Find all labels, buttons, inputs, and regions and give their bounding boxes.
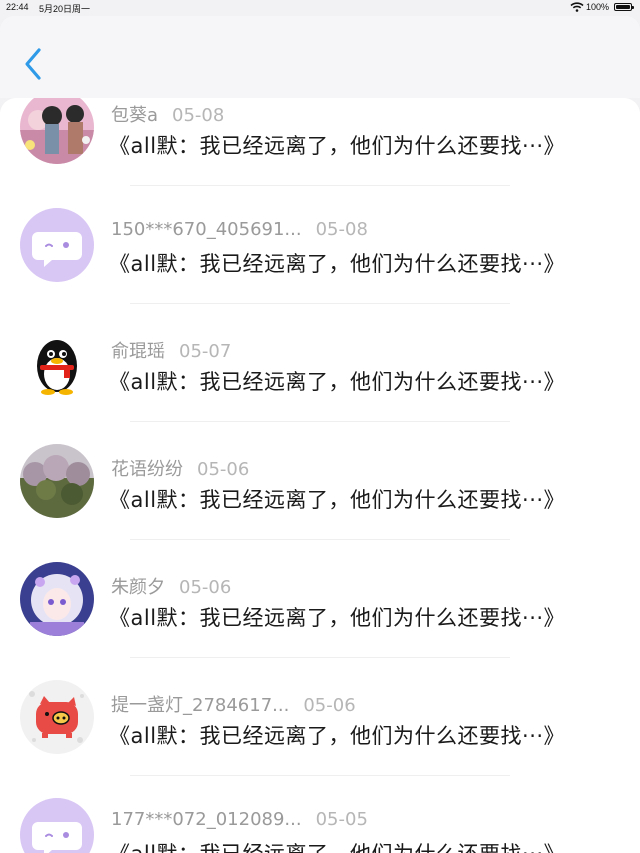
comment-date: 05-08 — [172, 105, 225, 126]
avatar-image — [20, 562, 94, 636]
avatar[interactable] — [20, 98, 94, 164]
comment-list[interactable]: 包葵a 05-08 《all默：我已经远离了，他们为什么还要找···》 150**… — [0, 98, 640, 853]
list-item[interactable]: 177***072_012089... 05-05 《all默：我已经远离了，他们… — [0, 776, 640, 853]
user-name[interactable]: 177***072_012089... — [111, 809, 302, 830]
list-item[interactable]: 包葵a 05-08 《all默：我已经远离了，他们为什么还要找···》 — [0, 98, 640, 186]
avatar[interactable] — [20, 680, 94, 754]
book-title[interactable]: 《all默：我已经远离了，他们为什么还要找···》 — [109, 366, 565, 396]
comment-meta: 177***072_012089... 05-05 — [111, 809, 368, 830]
chevron-left-icon — [25, 48, 41, 80]
comment-date: 05-05 — [315, 809, 368, 830]
avatar[interactable] — [20, 562, 94, 636]
user-name[interactable]: 提一盏灯_2784617... — [111, 695, 289, 716]
avatar-image — [20, 98, 94, 164]
avatar-image — [20, 444, 94, 518]
avatar[interactable] — [20, 208, 94, 282]
battery-icon — [614, 3, 634, 11]
book-title[interactable]: 《all默：我已经远离了，他们为什么还要找···》 — [109, 130, 565, 160]
comment-date: 05-07 — [179, 341, 232, 362]
status-date: 5月20日周一 — [39, 4, 91, 14]
book-title[interactable]: 《all默：我已经远离了，他们为什么还要找···》 — [109, 248, 565, 278]
status-time: 22:44 — [6, 2, 29, 12]
comment-meta: 提一盏灯_2784617... 05-06 — [111, 691, 356, 717]
book-title[interactable]: 《all默：我已经远离了，他们为什么还要找···》 — [109, 484, 565, 514]
user-name[interactable]: 花语纷纷 — [111, 459, 183, 480]
book-title[interactable]: 《all默：我已经远离了，他们为什么还要找···》 — [109, 602, 565, 632]
comment-meta: 花语纷纷 05-06 — [111, 455, 249, 481]
avatar[interactable] — [20, 326, 94, 400]
book-title[interactable]: 《all默：我已经远离了，他们为什么还要找···》 — [109, 720, 565, 750]
comment-date: 05-06 — [179, 577, 232, 598]
user-name[interactable]: 包葵a — [111, 105, 158, 126]
list-item[interactable]: 朱颜夕 05-06 《all默：我已经远离了，他们为什么还要找···》 — [0, 540, 640, 658]
battery-percent: 100% — [586, 2, 610, 12]
chat-bubble-icon — [20, 208, 94, 282]
navigation-bar — [0, 16, 640, 98]
comment-date: 05-06 — [197, 459, 250, 480]
user-name[interactable]: 150***670_405691... — [111, 219, 302, 240]
back-button[interactable] — [18, 46, 48, 82]
comment-date: 05-08 — [315, 219, 368, 240]
comment-meta: 俞琨瑶 05-07 — [111, 337, 231, 363]
list-item[interactable]: 提一盏灯_2784617... 05-06 《all默：我已经远离了，他们为什么还… — [0, 658, 640, 776]
user-name[interactable]: 朱颜夕 — [111, 577, 165, 598]
chat-bubble-icon — [20, 798, 94, 853]
avatar[interactable] — [20, 444, 94, 518]
pig-icon — [20, 680, 94, 754]
penguin-icon — [20, 326, 94, 400]
list-item[interactable]: 俞琨瑶 05-07 《all默：我已经远离了，他们为什么还要找···》 — [0, 304, 640, 422]
comment-meta: 朱颜夕 05-06 — [111, 573, 231, 599]
book-title[interactable]: 《all默：我已经远离了，他们为什么还要找···》 — [109, 838, 565, 853]
comment-meta: 包葵a 05-08 — [111, 101, 224, 127]
user-name[interactable]: 俞琨瑶 — [111, 341, 165, 362]
avatar[interactable] — [20, 798, 94, 853]
comment-date: 05-06 — [303, 695, 356, 716]
list-item[interactable]: 花语纷纷 05-06 《all默：我已经远离了，他们为什么还要找···》 — [0, 422, 640, 540]
list-item[interactable]: 150***670_405691... 05-08 《all默：我已经远离了，他们… — [0, 186, 640, 304]
wifi-icon — [570, 2, 584, 12]
status-bar: 22:44 5月20日周一 100% — [0, 0, 640, 16]
comment-meta: 150***670_405691... 05-08 — [111, 219, 368, 240]
